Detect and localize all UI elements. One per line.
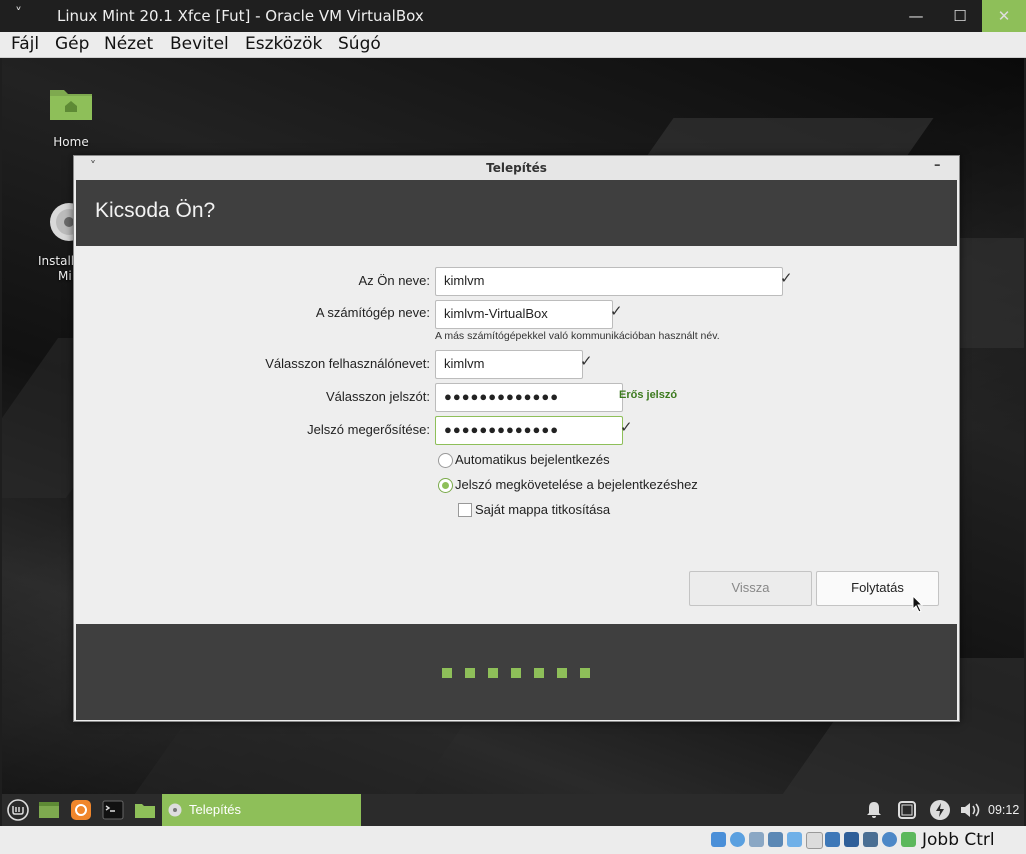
show-desktop-icon[interactable] bbox=[38, 799, 60, 821]
cpu-icon[interactable] bbox=[863, 832, 878, 847]
minimize-button[interactable]: — bbox=[894, 0, 938, 32]
progress-step-7 bbox=[580, 668, 590, 678]
dialog-title: Telepítés bbox=[486, 161, 547, 175]
guest-additions-icon[interactable] bbox=[882, 832, 897, 847]
auto-login-radio[interactable] bbox=[438, 453, 453, 468]
page-title: Kicsoda Ön? bbox=[95, 199, 216, 222]
task-installer-label: Telepítés bbox=[189, 802, 242, 817]
files-icon[interactable] bbox=[134, 799, 156, 821]
progress-step-2 bbox=[465, 668, 475, 678]
name-field[interactable]: kimlvm bbox=[435, 267, 783, 296]
network-icon[interactable] bbox=[768, 832, 783, 847]
mouse-integration-icon[interactable] bbox=[901, 832, 916, 847]
firefox-icon[interactable] bbox=[70, 799, 92, 821]
notifications-icon[interactable] bbox=[864, 800, 884, 820]
mouse-cursor-icon bbox=[912, 595, 924, 613]
install-icon-label-1: Install bbox=[38, 254, 75, 268]
guest-taskbar: Telepítés 09:12 bbox=[2, 794, 1024, 826]
maximize-button[interactable]: ☐ bbox=[938, 0, 982, 32]
home-folder-icon[interactable] bbox=[48, 84, 94, 122]
power-icon[interactable] bbox=[929, 799, 951, 821]
close-button[interactable]: ✕ bbox=[982, 0, 1026, 32]
encrypt-home-label[interactable]: Saját mappa titkosítása bbox=[475, 502, 610, 517]
volume-icon[interactable] bbox=[959, 800, 981, 820]
clock[interactable]: 09:12 bbox=[988, 803, 1019, 817]
menu-input[interactable]: Bevitel bbox=[170, 34, 229, 54]
back-button[interactable]: Vissza bbox=[689, 571, 812, 606]
name-check-icon: ✓ bbox=[780, 269, 793, 287]
window-title: Linux Mint 20.1 Xfce [Fut] - Oracle VM V… bbox=[57, 7, 424, 25]
progress-step-3 bbox=[488, 668, 498, 678]
home-icon-label: Home bbox=[53, 135, 89, 149]
auto-login-label[interactable]: Automatikus bejelentkezés bbox=[455, 452, 610, 467]
confirm-password-check-icon: ✓ bbox=[620, 418, 633, 436]
mint-menu-icon[interactable] bbox=[7, 799, 29, 821]
username-label: Válasszon felhasználónevet: bbox=[265, 356, 430, 371]
require-password-label[interactable]: Jelszó megkövetelése a bejelentkezéshez bbox=[455, 477, 698, 492]
dialog-titlebar[interactable]: ˅ Telepítés – bbox=[74, 156, 959, 180]
menu-machine[interactable]: Gép bbox=[55, 34, 89, 54]
computer-name-label: A számítógép neve: bbox=[315, 305, 430, 320]
window-menu-icon[interactable]: ˅ bbox=[15, 6, 22, 22]
progress-step-1 bbox=[442, 668, 452, 678]
audio-icon[interactable] bbox=[749, 832, 764, 847]
password-field[interactable]: ●●●●●●●●●●●●● bbox=[435, 383, 623, 412]
vbox-titlebar: ˅ Linux Mint 20.1 Xfce [Fut] - Oracle VM… bbox=[0, 0, 1026, 32]
progress-step-5 bbox=[534, 668, 544, 678]
dialog-minimize-icon[interactable]: – bbox=[934, 158, 941, 173]
menu-devices[interactable]: Eszközök bbox=[245, 34, 322, 54]
vbox-menubar: Fájl Gép Nézet Bevitel Eszközök Súgó bbox=[0, 32, 1026, 58]
shared-folders-icon[interactable] bbox=[806, 832, 823, 849]
encrypt-home-checkbox[interactable] bbox=[458, 503, 472, 517]
video-capture-icon[interactable] bbox=[844, 832, 859, 847]
progress-step-6 bbox=[557, 668, 567, 678]
progress-footer bbox=[76, 624, 957, 720]
username-check-icon: ✓ bbox=[580, 352, 593, 370]
display-icon[interactable] bbox=[825, 832, 840, 847]
optical-drive-icon[interactable] bbox=[730, 832, 745, 847]
confirm-password-label: Jelszó megerősítése: bbox=[307, 422, 430, 437]
menu-file[interactable]: Fájl bbox=[11, 34, 39, 54]
computer-name-check-icon: ✓ bbox=[610, 302, 623, 320]
username-field[interactable]: kimlvm bbox=[435, 350, 583, 379]
password-label: Válasszon jelszót: bbox=[325, 389, 430, 404]
usb-icon[interactable] bbox=[787, 832, 802, 847]
task-installer[interactable]: Telepítés bbox=[162, 794, 361, 826]
menu-help[interactable]: Súgó bbox=[338, 34, 381, 54]
disc-small-icon bbox=[168, 803, 182, 817]
update-manager-icon[interactable] bbox=[897, 800, 917, 820]
host-key-label: Jobb Ctrl bbox=[922, 830, 995, 850]
require-password-radio[interactable] bbox=[438, 478, 453, 493]
terminal-icon[interactable] bbox=[102, 799, 124, 821]
installer-dialog: ˅ Telepítés – Kicsoda Ön? Az Ön neve: ki… bbox=[73, 155, 960, 722]
dialog-header: Kicsoda Ön? bbox=[76, 180, 957, 246]
menu-view[interactable]: Nézet bbox=[104, 34, 153, 54]
confirm-password-field[interactable]: ●●●●●●●●●●●●● bbox=[435, 416, 623, 445]
progress-step-4 bbox=[511, 668, 521, 678]
vbox-statusbar: Jobb Ctrl bbox=[0, 826, 1026, 854]
password-strength: Erős jelszó bbox=[619, 389, 678, 401]
computer-name-hint: A más számítógépekkel való kommunikációb… bbox=[435, 330, 720, 342]
computer-name-field[interactable]: kimlvm-VirtualBox bbox=[435, 300, 613, 329]
name-label: Az Ön neve: bbox=[358, 273, 430, 288]
hard-disk-icon[interactable] bbox=[711, 832, 726, 847]
